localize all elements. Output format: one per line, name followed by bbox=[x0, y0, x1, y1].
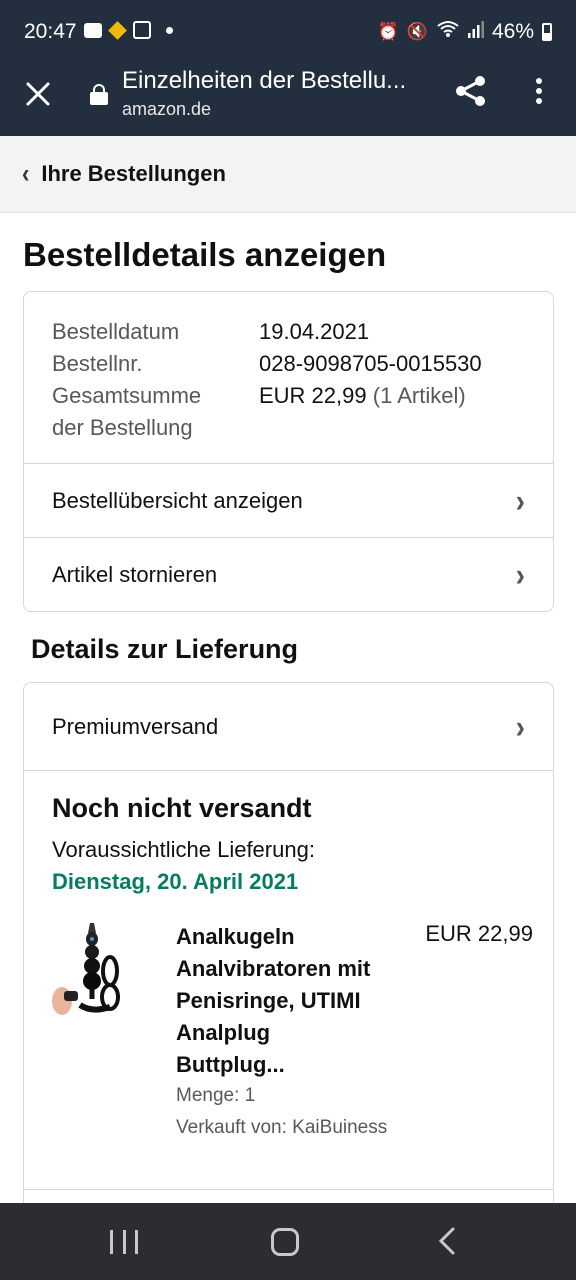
notification-icons bbox=[84, 20, 173, 40]
more-dot-icon bbox=[536, 78, 542, 84]
chevron-left-icon: ‹ bbox=[22, 158, 30, 189]
lock-icon bbox=[90, 84, 108, 105]
order-total-label-line1: Gesamtsumme bbox=[52, 383, 202, 408]
order-total-amount: EUR 22,99 bbox=[259, 383, 367, 408]
chevron-right-icon: › bbox=[515, 708, 525, 744]
order-number-label: Bestellnr. bbox=[52, 351, 143, 376]
order-total-value: EUR 22,99 (1 Artikel) bbox=[259, 380, 466, 444]
system-icons: ⏰ 🔇 46% bbox=[378, 20, 552, 44]
share-icon bbox=[456, 76, 485, 106]
close-icon bbox=[26, 82, 50, 106]
product-image[interactable] bbox=[50, 919, 140, 1023]
delivery-heading: Details zur Lieferung bbox=[31, 634, 299, 664]
divider bbox=[24, 1189, 553, 1190]
page-heading: Bestelldetails anzeigen bbox=[23, 236, 387, 273]
close-button[interactable] bbox=[20, 76, 56, 112]
view-order-summary-label: Bestellübersicht anzeigen bbox=[52, 487, 303, 513]
cards-icon bbox=[133, 21, 151, 39]
product-seller: Verkauft von: KaiBuiness bbox=[176, 1117, 388, 1138]
shipment-status: Noch nicht versandt bbox=[52, 793, 312, 823]
product-title-line: Analvibratoren mit bbox=[176, 956, 371, 981]
binance-icon bbox=[108, 20, 127, 40]
product-title-line: Buttplug... bbox=[176, 1052, 285, 1077]
alarm-icon: ⏰ bbox=[377, 22, 399, 41]
order-total-row: Gesamtsumme der Bestellung EUR 22,99 (1 … bbox=[52, 380, 525, 444]
cancel-items-link[interactable]: Artikel stornieren › bbox=[24, 538, 553, 611]
cancel-items-label: Artikel stornieren bbox=[52, 562, 218, 587]
back-button[interactable] bbox=[436, 1225, 458, 1257]
wifi-icon bbox=[436, 20, 460, 44]
order-item-count: (1 Artikel) bbox=[372, 383, 466, 408]
system-nav-bar bbox=[0, 1203, 576, 1280]
product-title-line: Analplug bbox=[176, 1020, 271, 1045]
shipping-method-label: Premiumversand bbox=[52, 713, 219, 739]
product-title-link[interactable]: Analkugeln Analvibratoren mit Penisringe… bbox=[176, 921, 406, 1081]
battery-percent: 46% bbox=[491, 20, 534, 43]
dot-icon bbox=[166, 26, 173, 34]
product-title-line: Analkugeln bbox=[176, 924, 295, 949]
more-dot-icon bbox=[536, 88, 542, 94]
more-dot-icon bbox=[536, 98, 542, 104]
product-title-line: Penisringe, UTIMI bbox=[176, 988, 361, 1013]
order-date-value: 19.04.2021 bbox=[259, 319, 370, 344]
order-card: Bestelldatum 19.04.2021 Bestellnr. 028-9… bbox=[23, 291, 554, 612]
expected-delivery-label: Voraussichtliche Lieferung: bbox=[52, 837, 315, 862]
message-icon bbox=[84, 22, 102, 38]
product-quantity: Menge: 1 bbox=[176, 1085, 256, 1106]
page-url: amazon.de bbox=[122, 99, 212, 119]
breadcrumb[interactable]: ‹ Ihre Bestellungen bbox=[0, 136, 576, 213]
order-info: Bestelldatum 19.04.2021 Bestellnr. 028-9… bbox=[24, 292, 553, 464]
recents-button[interactable] bbox=[110, 1230, 138, 1254]
browser-app-bar: Einzelheiten der Bestellu... amazon.de bbox=[0, 64, 576, 136]
share-button[interactable] bbox=[452, 72, 490, 110]
status-bar: 20:47 ⏰ 🔇 46% bbox=[0, 0, 576, 64]
signal-icon bbox=[467, 20, 484, 44]
order-date-row: Bestelldatum 19.04.2021 bbox=[52, 316, 525, 348]
recents-bar-icon bbox=[122, 1230, 126, 1254]
order-number-value: 028-9098705-0015530 bbox=[259, 351, 482, 376]
product-price: EUR 22,99 bbox=[425, 921, 533, 946]
battery-icon bbox=[542, 23, 552, 41]
recents-bar-icon bbox=[110, 1230, 113, 1254]
more-options-button[interactable] bbox=[526, 74, 552, 108]
shipping-method-link[interactable]: Premiumversand › bbox=[24, 683, 553, 771]
order-date-label: Bestelldatum bbox=[52, 319, 180, 344]
back-icon bbox=[438, 1227, 455, 1255]
home-button[interactable] bbox=[271, 1228, 299, 1256]
chevron-right-icon: › bbox=[515, 482, 525, 518]
chevron-right-icon: › bbox=[515, 556, 525, 593]
order-total-label-line2: der Bestellung bbox=[52, 415, 193, 440]
breadcrumb-label: Ihre Bestellungen bbox=[41, 161, 226, 186]
order-total-label: Gesamtsumme der Bestellung bbox=[52, 380, 259, 444]
view-order-summary-link[interactable]: Bestellübersicht anzeigen › bbox=[24, 464, 553, 538]
recents-bar-icon bbox=[135, 1230, 138, 1254]
mute-icon: 🔇 bbox=[406, 22, 428, 41]
delivery-card: Premiumversand › Noch nicht versandt Vor… bbox=[23, 682, 554, 1242]
expected-delivery-date: Dienstag, 20. April 2021 bbox=[52, 869, 299, 894]
status-time: 20:47 bbox=[24, 20, 77, 43]
order-number-row: Bestellnr. 028-9098705-0015530 bbox=[52, 348, 525, 380]
page-title: Einzelheiten der Bestellu... bbox=[122, 67, 407, 94]
